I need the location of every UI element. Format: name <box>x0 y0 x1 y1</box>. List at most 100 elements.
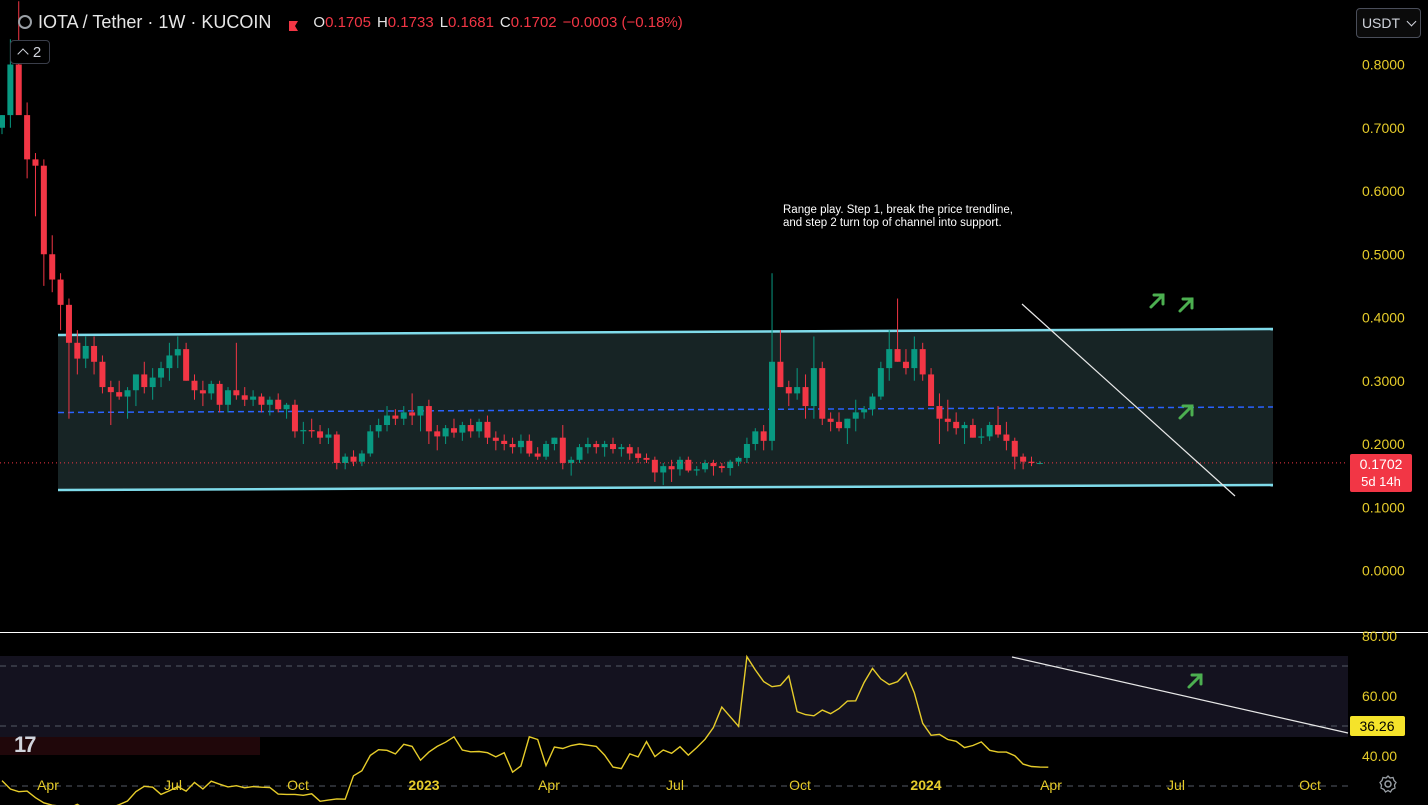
candle-body <box>459 425 466 433</box>
price-axis-label: 0.3000 <box>1362 373 1405 389</box>
candle-body <box>250 396 257 400</box>
candle-body <box>836 421 842 429</box>
candle-body <box>224 390 231 405</box>
candle-body <box>124 390 131 397</box>
candle-body <box>325 434 332 438</box>
last-price-badge[interactable]: 0.1702 5d 14h <box>1350 454 1412 492</box>
candle-body <box>291 404 298 432</box>
candle-body <box>417 406 424 416</box>
candle <box>32 153 39 217</box>
candle-body <box>450 428 457 433</box>
ohlc-key: H <box>376 13 388 31</box>
price-axis-label: 0.5000 <box>1362 246 1405 262</box>
candle-body <box>936 406 943 419</box>
candle-body <box>191 380 198 391</box>
candle-body <box>559 437 566 463</box>
candle-body <box>208 383 215 394</box>
time-axis-label: 2023 <box>408 777 439 793</box>
ohlc-value: 0.1705 <box>325 13 371 31</box>
time-axis-label: Oct <box>1299 777 1321 793</box>
candle-body <box>576 447 583 460</box>
candle-body <box>158 368 165 378</box>
candle-body <box>676 459 683 470</box>
ohlc-key: O <box>313 13 326 31</box>
currency-select[interactable]: USDT <box>1356 8 1421 38</box>
ohlc-key: C <box>499 13 511 31</box>
symbol-header[interactable]: IOTA / Tether · 1W · KUCOIN O0.1705 H 0.17… <box>18 10 689 34</box>
candle-body <box>819 368 826 419</box>
candle-body <box>350 456 357 462</box>
candle-body <box>978 436 985 438</box>
chart-canvas[interactable]: 0.8000 0.7000 0.6000 0.5000 0.4000 0.3000 0.20… <box>0 0 1428 805</box>
candle-body <box>358 453 365 462</box>
time-axis-label: Oct <box>287 777 309 793</box>
candle-body <box>969 425 976 438</box>
time-axis-label: Jul <box>1167 777 1185 793</box>
candle-body <box>216 383 223 405</box>
candle <box>57 273 64 331</box>
indicator-count: 2 <box>32 43 42 61</box>
candle-body <box>760 431 767 441</box>
candle-body <box>375 425 382 432</box>
candle-body <box>710 462 717 467</box>
candle-body <box>65 304 72 343</box>
candle-body <box>894 349 901 362</box>
ohlc-value: −0.0003 (−0.18%) <box>562 13 683 31</box>
price-axis-label: 0.8000 <box>1362 57 1405 73</box>
flag-icon[interactable] <box>287 16 299 31</box>
candle-body <box>953 421 960 429</box>
candle-body <box>743 444 750 458</box>
up-arrow-icon[interactable] <box>1178 297 1194 313</box>
candle-body <box>869 396 876 410</box>
time-axis-label: Apr <box>1040 777 1062 793</box>
up-arrow-icon[interactable] <box>1149 293 1165 309</box>
settings-gear-icon[interactable] <box>1378 774 1398 794</box>
candle-body <box>434 431 441 437</box>
candle-body <box>166 355 173 369</box>
arrow-shaft <box>1178 297 1194 313</box>
candle-body <box>961 425 968 429</box>
candle-body <box>141 374 148 388</box>
candle-body <box>183 349 190 381</box>
candle-body <box>7 64 14 116</box>
ohlc-value: 0.1681 <box>448 13 494 31</box>
candle-body <box>911 349 918 369</box>
candle-body <box>1011 440 1018 457</box>
candle-body <box>442 428 449 437</box>
ohlc-key: L <box>439 13 449 31</box>
rsi-axis-label: 60.00 <box>1362 688 1397 704</box>
candle-body <box>476 421 483 432</box>
candle-body <box>618 447 625 450</box>
candle-body <box>769 361 776 441</box>
rsi-badge-value: 36.26 <box>1359 718 1394 734</box>
candle <box>40 159 47 286</box>
price-badge-countdown: 5d 14h <box>1361 474 1401 489</box>
price-badge-value: 0.1702 <box>1360 456 1403 472</box>
candle <box>24 102 31 179</box>
candle-body <box>543 444 550 457</box>
candle-body <box>409 412 416 416</box>
symbol-title[interactable]: IOTA / Tether · 1W · KUCOIN <box>38 12 271 33</box>
price-axis-label: 0.4000 <box>1362 310 1405 326</box>
chevron-up-icon <box>17 47 29 60</box>
candle-body <box>643 457 650 460</box>
candle-body <box>668 466 675 470</box>
rsi-value-badge[interactable]: 36.26 <box>1350 716 1405 736</box>
candle-body <box>526 440 533 454</box>
candle-body <box>802 387 809 407</box>
candle-body <box>384 415 391 426</box>
candle-body <box>99 361 106 388</box>
chevron-down-icon <box>1406 16 1417 27</box>
candle-body <box>300 430 307 432</box>
candle-body <box>149 377 156 388</box>
candle-body <box>32 159 39 166</box>
tradingview-logo-icon[interactable]: 17 <box>14 732 37 758</box>
candle-body <box>551 437 558 444</box>
indicators-toggle-button[interactable]: 2 <box>10 40 50 64</box>
range-channel-fill <box>58 329 1273 490</box>
candle-body <box>1036 462 1043 464</box>
candle-body <box>651 459 658 473</box>
ohlc-value: 0.1702 <box>510 13 557 31</box>
chart-annotation[interactable]: Range play. Step 1, break the price tren… <box>783 204 1033 230</box>
candle-body <box>308 430 315 432</box>
